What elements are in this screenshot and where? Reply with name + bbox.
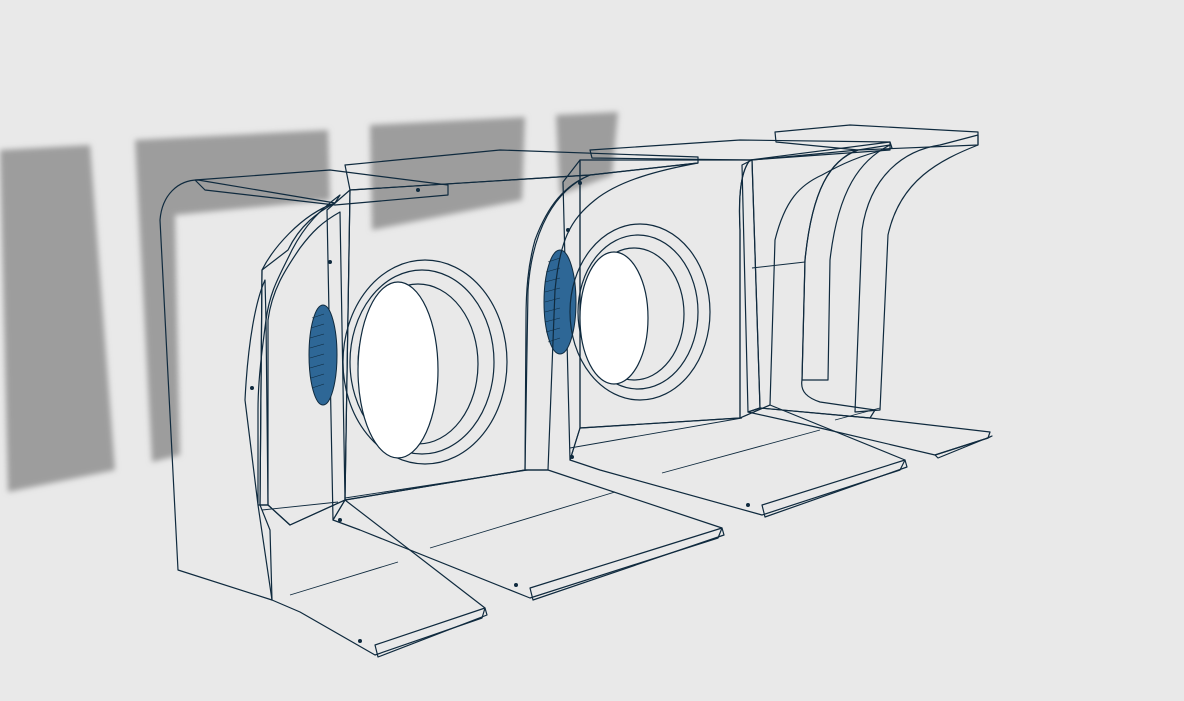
stand-part-4[interactable] [741,124,993,459]
shadow-1 [0,145,115,492]
stand-part-1[interactable] [159,169,488,658]
hole-2 [357,281,439,459]
stand-part-2[interactable] [308,149,725,601]
stand-part-3[interactable] [543,139,908,518]
hole-3 [579,251,649,385]
shadow-3 [370,117,525,230]
3d-scene[interactable] [0,0,1184,701]
3d-viewport[interactable] [0,0,1184,701]
gear-3 [543,249,577,355]
gear-2 [308,304,338,406]
